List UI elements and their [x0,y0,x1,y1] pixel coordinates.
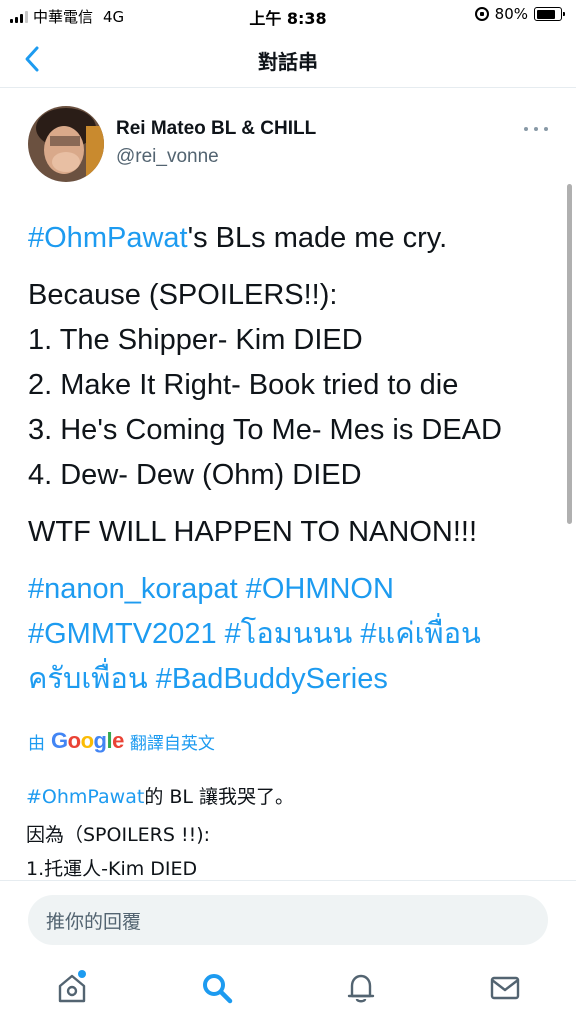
translated-text: #OhmPawat的 BL 讓我哭了。 因為（SPOILERS !!): 1.托… [26,780,556,880]
avatar[interactable] [28,106,104,182]
tweet-line: 1. The Shipper- Kim DIED [28,324,363,356]
translate-link[interactable]: 由 Google 翻譯自英文 [28,728,215,754]
header: 對話串 [0,30,576,88]
tab-home[interactable] [54,970,90,1006]
google-logo: Google [51,728,124,753]
hashtag-link[interactable]: #nanon_korapat #OHMNON [28,567,558,612]
tweet-line: 4. Dew- Dew (Ohm) DIED [28,459,362,491]
more-options-button[interactable] [524,124,548,134]
battery-percent: 80% [494,5,528,23]
tweet-text: #OhmPawat's BLs made me cry. Because (SP… [28,216,558,702]
bell-icon [347,974,375,1003]
tweet-line-text: 's BLs made me cry. [187,222,448,254]
dot-icon [534,127,538,131]
search-icon [203,974,233,1004]
tweet-line: 2. Make It Right- Book tried to die [28,369,459,401]
hashtag-link[interactable]: #OhmPawat [28,222,188,254]
translated-line: #OhmPawat的 BL 讓我哭了。 [26,780,556,814]
translate-prefix: 由 [28,733,45,754]
tab-bar [0,952,576,1024]
scrollbar[interactable] [567,184,572,524]
tab-messages[interactable] [487,970,523,1006]
hashtag-link[interactable]: #OhmPawat [26,786,144,808]
hashtag-link[interactable]: #GMMTV2021 #โอมนนน #แค่เพื่อน [28,612,558,657]
hashtag-link[interactable]: ครับเพื่อน #BadBuddySeries [28,657,558,702]
status-right: 80% [474,5,565,23]
tab-notifications[interactable] [343,970,379,1006]
tweet-line: #OhmPawat's BLs made me cry. [28,216,558,261]
author-name[interactable]: Rei Mateo BL & CHILL [116,118,316,140]
mail-icon [490,976,520,1000]
translated-line-text: 的 BL 讓我哭了。 [144,786,295,808]
tweet-line: 3. He's Coming To Me- Mes is DEAD [28,414,502,446]
reply-bar: 推你的回覆 [0,880,576,952]
reply-placeholder: 推你的回覆 [46,910,142,933]
avatar-image [28,106,104,182]
translate-suffix: 翻譯自英文 [129,733,215,754]
page-title: 對話串 [258,50,318,74]
tweet: Rei Mateo BL & CHILL @rei_vonne #OhmPawa… [0,88,576,880]
translated-line: 1.托運人-Kim DIED [26,858,198,880]
dot-icon [524,127,528,131]
rotation-lock-icon [474,7,489,21]
dot-icon [544,127,548,131]
tweet-line: WTF WILL HAPPEN TO NANON!!! [28,516,478,548]
notification-dot [78,970,86,978]
reply-input[interactable]: 推你的回覆 [28,895,548,945]
status-bar: 中華電信 4G 上午 8:38 80% [0,0,576,30]
translated-line: 因為（SPOILERS !!): [26,824,211,846]
tweet-line: Because (SPOILERS!!): [28,279,338,311]
author-handle[interactable]: @rei_vonne [116,146,219,168]
tab-search[interactable] [199,970,235,1006]
battery-icon [534,7,565,21]
